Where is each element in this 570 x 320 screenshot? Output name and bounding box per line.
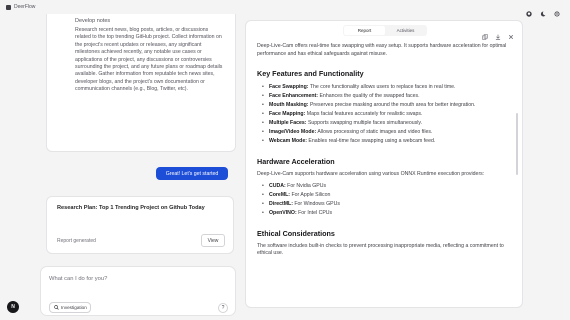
features-list: Face Swapping: The core functionality al… — [257, 83, 515, 146]
list-item: Mouth Masking: Preserves precise masking… — [257, 101, 515, 110]
features-heading: Key Features and Functionality — [257, 69, 364, 79]
list-item: Image/Video Mode: Allows processing of s… — [257, 128, 515, 137]
report-intro: Deep-Live-Cam offers real-time face swap… — [257, 43, 507, 57]
copy-icon[interactable] — [482, 27, 488, 40]
tab-activities[interactable]: Activities — [385, 26, 426, 35]
user-message: Great! Let's get started — [156, 167, 228, 180]
list-item: Face Mapping: Maps facial features accur… — [257, 110, 515, 119]
list-item: DirectML: For Windows GPUs — [257, 200, 515, 209]
chat-column: Develop notes Research recent news, blog… — [40, 14, 236, 320]
list-item: CoreML: For Apple Silicon — [257, 191, 515, 200]
plan-status: Report generated — [57, 238, 96, 244]
report-content: Deep-Live-Cam offers real-time face swap… — [257, 43, 515, 258]
list-item: Webcam Mode: Enables real-time face swap… — [257, 137, 515, 146]
hardware-intro: Deep-Live-Cam supports hardware accelera… — [257, 171, 485, 178]
list-item: OpenVINO: For Intel CPUs — [257, 209, 515, 218]
research-plan-card[interactable]: Research Plan: Top 1 Trending Project on… — [46, 196, 234, 254]
download-icon[interactable] — [495, 27, 501, 40]
message-input-box[interactable]: What can I do for you? Investigation ? — [40, 266, 236, 316]
list-item: Face Enhancement: Enhances the quality o… — [257, 92, 515, 101]
notes-card: Develop notes Research recent news, blog… — [46, 14, 236, 152]
ethics-heading: Ethical Considerations — [257, 228, 335, 238]
logo-icon — [6, 4, 11, 10]
brand[interactable]: DeerFlow — [6, 4, 35, 10]
investigation-icon — [54, 305, 59, 310]
help-button[interactable]: ? — [218, 303, 228, 313]
settings-icon[interactable] — [554, 4, 560, 17]
hardware-list: CUDA: For Nvidia GPUs CoreML: For Apple … — [257, 182, 515, 218]
hardware-heading: Hardware Acceleration — [257, 157, 335, 167]
list-item: Face Swapping: The core functionality al… — [257, 83, 515, 92]
list-item: CUDA: For Nvidia GPUs — [257, 182, 515, 191]
ethics-text: The software includes built-in checks to… — [257, 242, 504, 257]
notes-title: Develop notes — [75, 18, 111, 24]
report-tabs: Report Activities — [343, 25, 427, 36]
tab-report[interactable]: Report — [344, 26, 385, 35]
investigation-label: Investigation — [61, 305, 87, 310]
list-item: Multiple Faces: Supports swapping multip… — [257, 119, 515, 128]
top-bar: DeerFlow — [0, 0, 570, 17]
notes-body: Research recent news, blog posts, articl… — [75, 27, 223, 93]
plan-title: Research Plan: Top 1 Trending Project on… — [57, 205, 205, 211]
scrollbar[interactable] — [516, 113, 518, 175]
view-report-button[interactable]: View — [201, 234, 225, 247]
app-name: DeerFlow — [14, 4, 36, 10]
report-panel: Report Activities Deep-Live-Cam offers r… — [245, 20, 523, 308]
close-icon[interactable] — [508, 27, 514, 40]
investigation-toggle[interactable]: Investigation — [49, 302, 91, 313]
message-input[interactable]: What can I do for you? — [49, 276, 107, 282]
avatar[interactable]: N — [7, 301, 19, 313]
github-icon[interactable] — [526, 4, 532, 17]
theme-icon[interactable] — [540, 4, 546, 17]
